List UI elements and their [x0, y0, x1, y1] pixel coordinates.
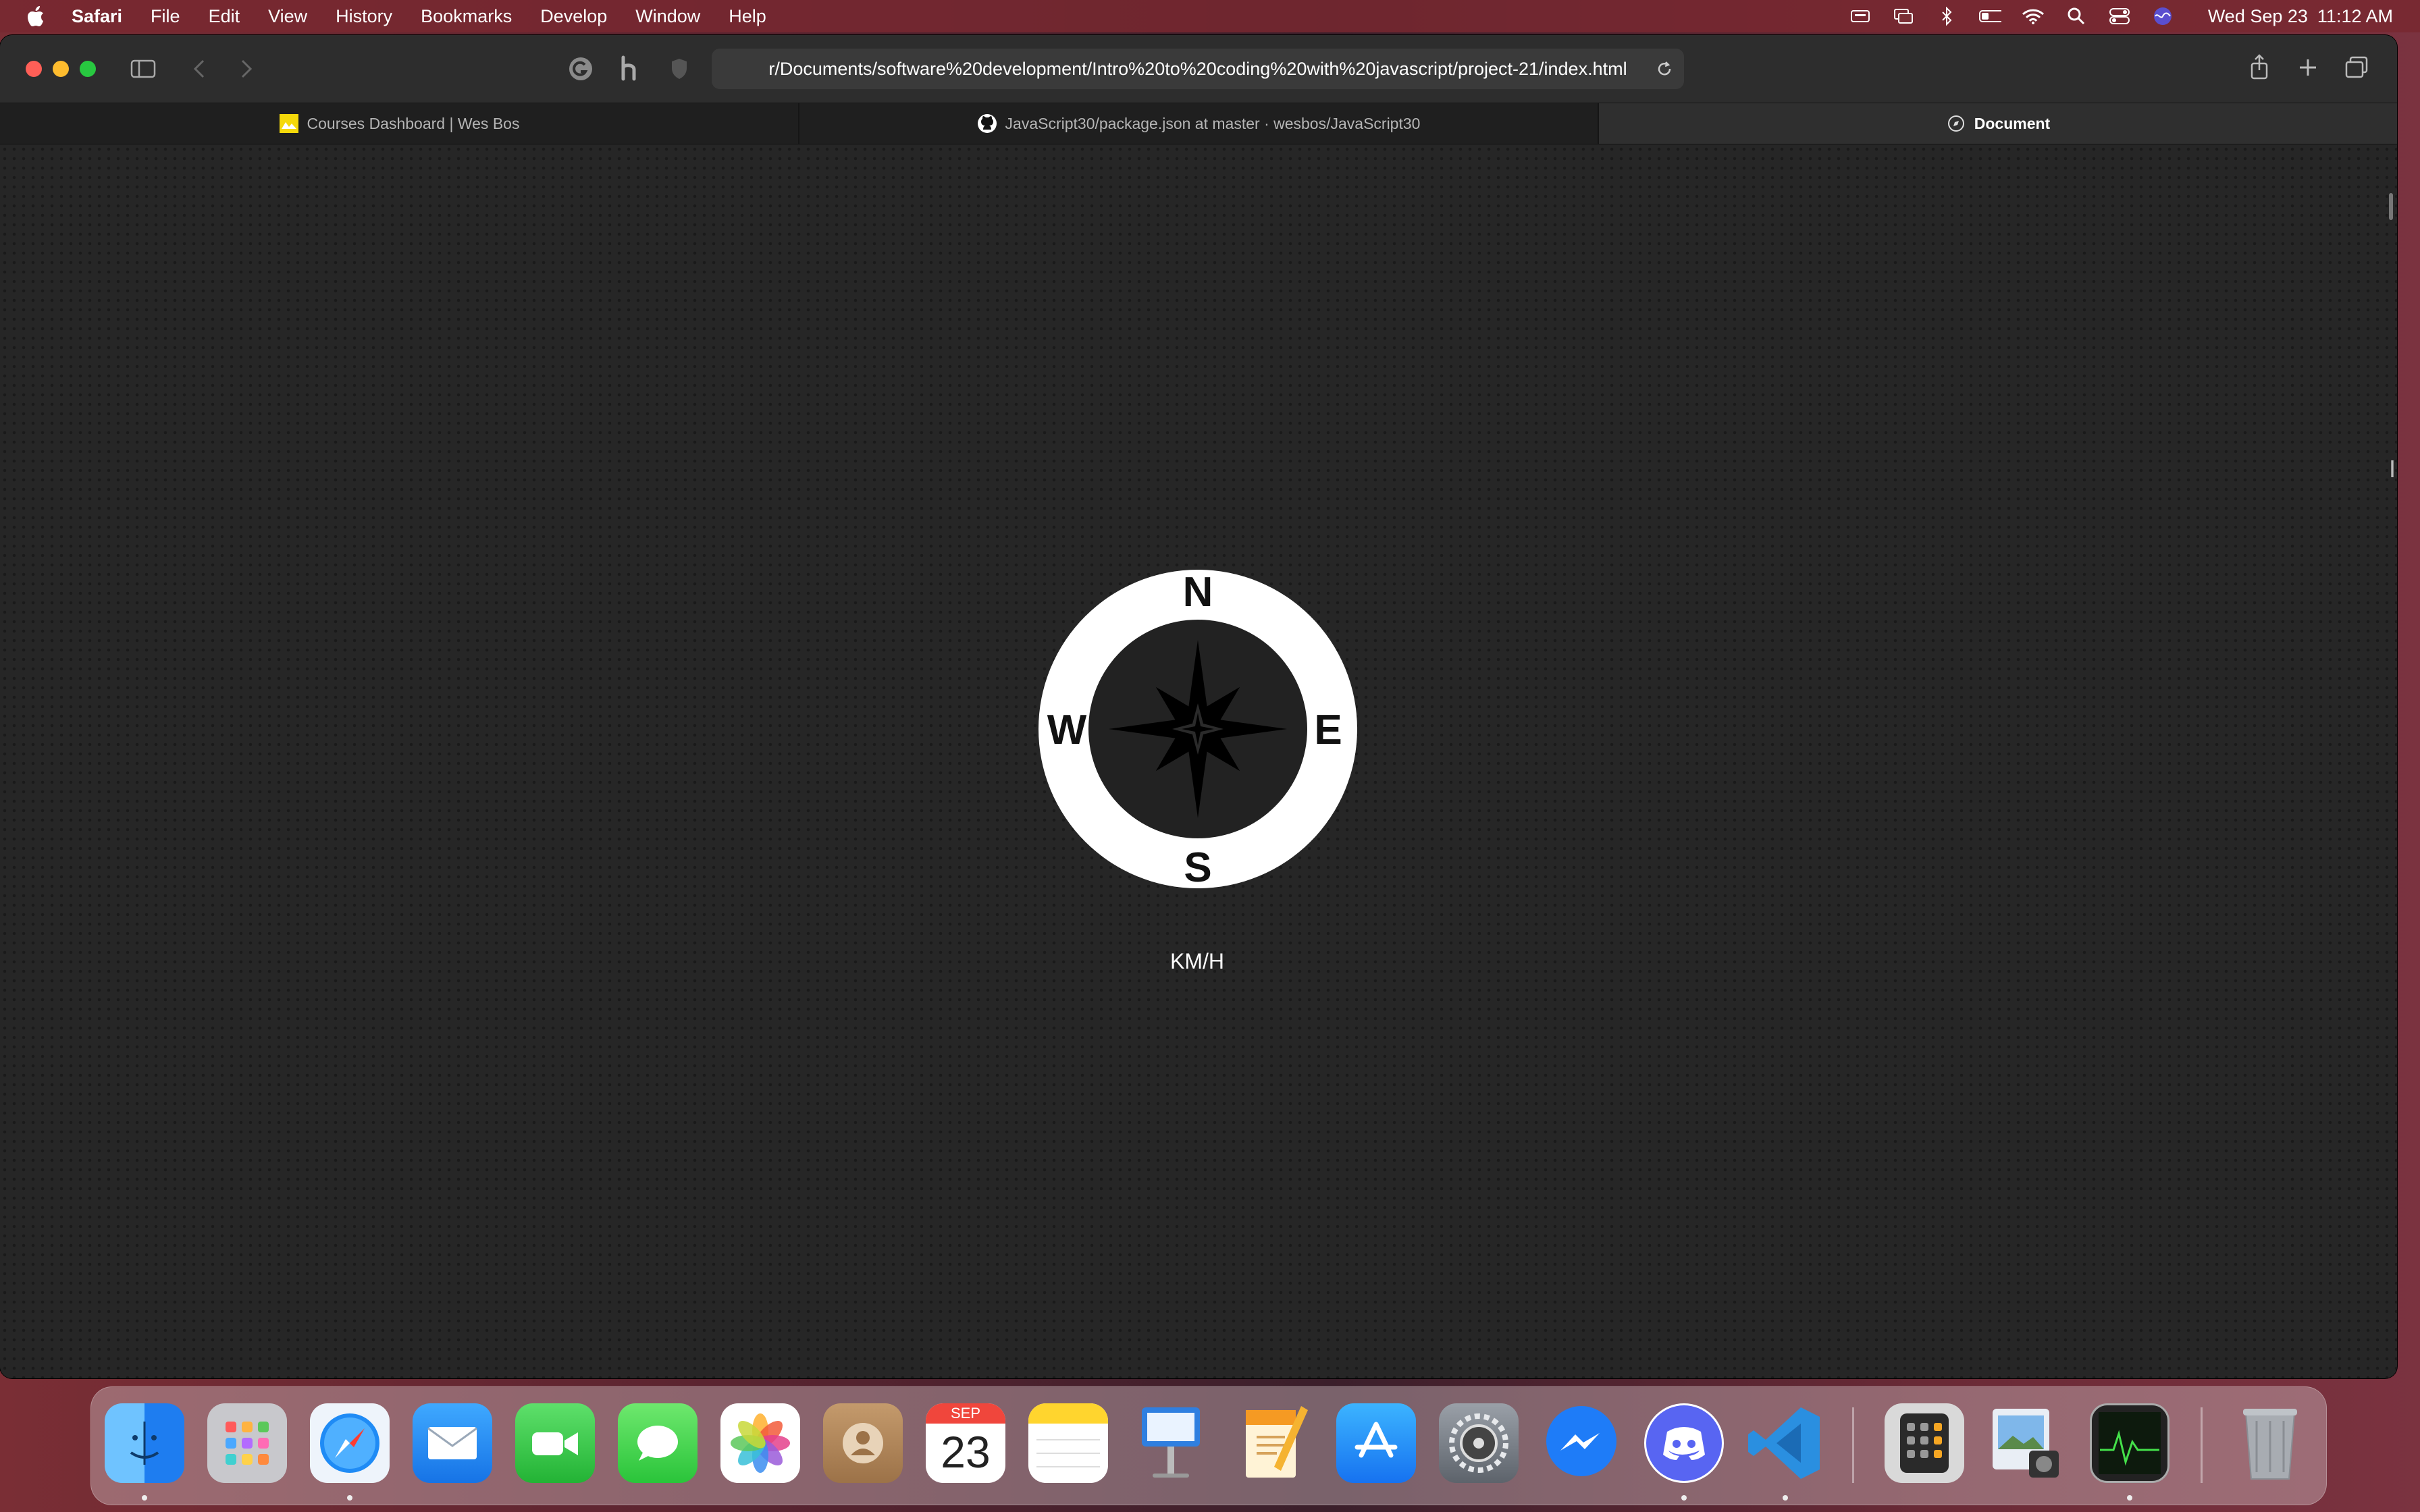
calendar-day: 23: [941, 1427, 991, 1477]
address-bar[interactable]: r/Documents/software%20development/Intro…: [712, 49, 1684, 89]
minimize-window-button[interactable]: [53, 61, 69, 77]
tab-bar: Courses Dashboard | Wes Bos JavaScript30…: [0, 103, 2397, 144]
wifi-icon[interactable]: [2022, 6, 2045, 26]
battery-icon[interactable]: [1978, 6, 2001, 26]
honey-extension-icon[interactable]: [616, 54, 643, 82]
discord-icon[interactable]: [1644, 1403, 1724, 1483]
tab-github-package-json[interactable]: JavaScript30/package.json at master · we…: [799, 103, 1599, 144]
launchpad-icon[interactable]: [207, 1403, 287, 1483]
tab-label: JavaScript30/package.json at master · we…: [1005, 114, 1421, 132]
fullscreen-window-button[interactable]: [80, 61, 96, 77]
discord-running-dot: [1681, 1495, 1687, 1501]
compass-south-label: S: [1184, 844, 1211, 890]
finder-running-dot: [142, 1495, 147, 1501]
system-preferences-icon[interactable]: [1439, 1403, 1519, 1483]
menu-app-name[interactable]: Safari: [72, 6, 122, 27]
menubar-date: Wed Sep 23: [2207, 5, 2308, 26]
sidebar-toggle-icon[interactable]: [130, 58, 157, 80]
spotlight-search-icon[interactable]: [2065, 6, 2088, 26]
activity-monitor-icon[interactable]: [2090, 1403, 2169, 1483]
contacts-icon[interactable]: [823, 1403, 903, 1483]
compass-icon: N E S W: [1038, 569, 1357, 890]
compass-favicon-icon: [1946, 113, 1966, 134]
siri-icon[interactable]: [2151, 6, 2174, 26]
menu-develop[interactable]: Develop: [540, 6, 607, 27]
close-window-button[interactable]: [26, 61, 42, 77]
finder-icon[interactable]: [105, 1403, 184, 1483]
share-icon[interactable]: [2247, 53, 2271, 82]
notes-icon[interactable]: [1028, 1403, 1108, 1483]
mail-icon[interactable]: [413, 1403, 492, 1483]
reload-icon[interactable]: [1654, 59, 1675, 79]
address-url: r/Documents/software%20development/Intro…: [768, 58, 1627, 79]
safari-icon[interactable]: [310, 1403, 390, 1483]
app-store-icon[interactable]: [1336, 1403, 1416, 1483]
wes-bos-favicon-icon: [279, 113, 299, 134]
screen-mirroring-icon[interactable]: [1892, 6, 1915, 26]
calendar-month: SEP: [926, 1403, 1005, 1424]
compass-west-label: W: [1047, 707, 1087, 753]
apple-menu-icon[interactable]: [27, 5, 47, 28]
trash-icon[interactable]: [2230, 1403, 2310, 1483]
dock: SEP 23: [90, 1386, 2327, 1505]
safari-window: r/Documents/software%20development/Intro…: [0, 35, 2397, 1378]
preview-icon[interactable]: [1987, 1403, 2067, 1483]
calendar-icon[interactable]: SEP 23: [926, 1403, 1005, 1483]
control-center-icon[interactable]: [2108, 6, 2131, 26]
compass-east-label: E: [1314, 707, 1342, 753]
github-icon: [977, 113, 997, 134]
menu-file[interactable]: File: [151, 6, 180, 27]
safari-running-dot: [347, 1495, 352, 1501]
facetime-icon[interactable]: [515, 1403, 595, 1483]
calculator-icon[interactable]: [1885, 1403, 1964, 1483]
photos-icon[interactable]: [720, 1403, 800, 1483]
activity-monitor-running-dot: [2127, 1495, 2132, 1501]
back-button-icon[interactable]: [189, 57, 209, 81]
forward-button-icon[interactable]: [236, 57, 257, 81]
pages-icon[interactable]: [1234, 1403, 1313, 1483]
compass-north-label: N: [1183, 569, 1213, 616]
menu-bar: Safari File Edit View History Bookmarks …: [0, 0, 2420, 32]
scrollbar-thumb[interactable]: [2389, 193, 2393, 220]
tab-overview-icon[interactable]: [2343, 54, 2370, 81]
menubar-clock[interactable]: Wed Sep 23 11:12 AM: [2199, 6, 2393, 27]
tab-label: Courses Dashboard | Wes Bos: [307, 114, 520, 132]
page-content: I N E S W KM/H: [0, 144, 2397, 1378]
menu-bookmarks[interactable]: Bookmarks: [421, 6, 512, 27]
tab-document[interactable]: Document: [1599, 103, 2397, 144]
dock-separator: [1852, 1407, 1854, 1483]
messages-icon[interactable]: [618, 1403, 698, 1483]
tab-courses-dashboard[interactable]: Courses Dashboard | Wes Bos: [0, 103, 799, 144]
tab-label: Document: [1974, 114, 2051, 132]
bluetooth-icon[interactable]: [1935, 6, 1958, 26]
privacy-shield-icon[interactable]: [667, 55, 691, 82]
speed-unit-label: KM/H: [1170, 949, 1224, 973]
messenger-icon[interactable]: [1542, 1403, 1621, 1483]
menu-edit[interactable]: Edit: [209, 6, 240, 27]
grammarly-extension-icon[interactable]: [567, 55, 594, 82]
dock-separator: [2201, 1407, 2203, 1483]
keynote-icon[interactable]: [1131, 1403, 1211, 1483]
menu-view[interactable]: View: [268, 6, 307, 27]
vscode-running-dot: [1783, 1495, 1788, 1501]
menu-help[interactable]: Help: [729, 6, 766, 27]
menu-history[interactable]: History: [336, 6, 392, 27]
new-tab-icon[interactable]: [2296, 55, 2320, 80]
menu-window[interactable]: Window: [635, 6, 700, 27]
keyboard-input-icon[interactable]: [1849, 6, 1872, 26]
text-cursor-icon: I: [2388, 455, 2396, 483]
menubar-time: 11:12 AM: [2317, 5, 2393, 26]
vscode-icon[interactable]: [1745, 1403, 1825, 1483]
browser-toolbar: r/Documents/software%20development/Intro…: [0, 35, 2397, 103]
